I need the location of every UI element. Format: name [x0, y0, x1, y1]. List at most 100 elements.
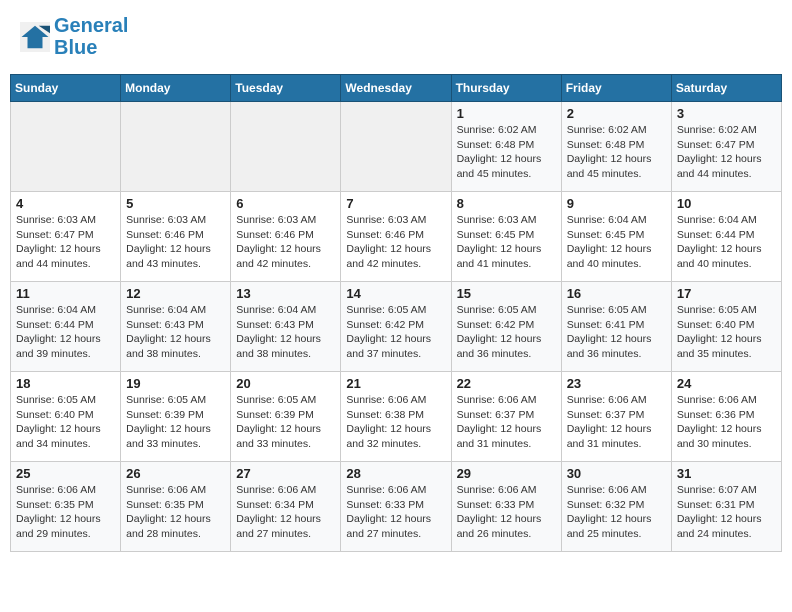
day-number: 6 — [236, 196, 335, 211]
day-number: 16 — [567, 286, 666, 301]
day-number: 23 — [567, 376, 666, 391]
header-thursday: Thursday — [451, 75, 561, 102]
week-row-1: 1 Sunrise: 6:02 AMSunset: 6:48 PMDaylight… — [11, 102, 782, 192]
day-number: 18 — [16, 376, 115, 391]
day-info: Sunrise: 6:06 AMSunset: 6:35 PMDaylight:… — [126, 483, 225, 542]
page-header: GeneralBlue — [10, 10, 782, 64]
day-number: 28 — [346, 466, 445, 481]
day-info: Sunrise: 6:05 AMSunset: 6:39 PMDaylight:… — [236, 393, 335, 452]
day-cell: 5 Sunrise: 6:03 AMSunset: 6:46 PMDaylight… — [121, 192, 231, 282]
day-cell: 30 Sunrise: 6:06 AMSunset: 6:32 PMDayligh… — [561, 462, 671, 552]
header-wednesday: Wednesday — [341, 75, 451, 102]
day-info: Sunrise: 6:05 AMSunset: 6:41 PMDaylight:… — [567, 303, 666, 362]
week-row-2: 4 Sunrise: 6:03 AMSunset: 6:47 PMDaylight… — [11, 192, 782, 282]
calendar-body: 1 Sunrise: 6:02 AMSunset: 6:48 PMDaylight… — [11, 102, 782, 552]
day-number: 1 — [457, 106, 556, 121]
day-number: 21 — [346, 376, 445, 391]
day-info: Sunrise: 6:06 AMSunset: 6:38 PMDaylight:… — [346, 393, 445, 452]
day-cell: 17 Sunrise: 6:05 AMSunset: 6:40 PMDayligh… — [671, 282, 781, 372]
day-number: 9 — [567, 196, 666, 211]
day-number: 24 — [677, 376, 776, 391]
day-number: 27 — [236, 466, 335, 481]
day-number: 12 — [126, 286, 225, 301]
day-number: 25 — [16, 466, 115, 481]
day-cell: 21 Sunrise: 6:06 AMSunset: 6:38 PMDayligh… — [341, 372, 451, 462]
day-number: 5 — [126, 196, 225, 211]
day-number: 4 — [16, 196, 115, 211]
day-number: 19 — [126, 376, 225, 391]
week-row-5: 25 Sunrise: 6:06 AMSunset: 6:35 PMDayligh… — [11, 462, 782, 552]
day-number: 26 — [126, 466, 225, 481]
day-info: Sunrise: 6:04 AMSunset: 6:44 PMDaylight:… — [677, 213, 776, 272]
day-number: 30 — [567, 466, 666, 481]
logo: GeneralBlue — [20, 15, 128, 59]
header-sunday: Sunday — [11, 75, 121, 102]
day-cell — [121, 102, 231, 192]
day-info: Sunrise: 6:04 AMSunset: 6:43 PMDaylight:… — [126, 303, 225, 362]
day-cell: 1 Sunrise: 6:02 AMSunset: 6:48 PMDaylight… — [451, 102, 561, 192]
day-info: Sunrise: 6:04 AMSunset: 6:45 PMDaylight:… — [567, 213, 666, 272]
day-cell: 20 Sunrise: 6:05 AMSunset: 6:39 PMDayligh… — [231, 372, 341, 462]
day-cell: 11 Sunrise: 6:04 AMSunset: 6:44 PMDayligh… — [11, 282, 121, 372]
day-info: Sunrise: 6:03 AMSunset: 6:47 PMDaylight:… — [16, 213, 115, 272]
day-info: Sunrise: 6:05 AMSunset: 6:42 PMDaylight:… — [346, 303, 445, 362]
day-number: 22 — [457, 376, 556, 391]
header-friday: Friday — [561, 75, 671, 102]
day-info: Sunrise: 6:03 AMSunset: 6:46 PMDaylight:… — [126, 213, 225, 272]
day-cell: 22Sunrise: 6:06 AMSunset: 6:37 PMDayligh… — [451, 372, 561, 462]
day-info: Sunrise: 6:06 AMSunset: 6:37 PMDaylight:… — [567, 393, 666, 452]
day-cell: 18 Sunrise: 6:05 AMSunset: 6:40 PMDayligh… — [11, 372, 121, 462]
header-tuesday: Tuesday — [231, 75, 341, 102]
day-cell: 28Sunrise: 6:06 AMSunset: 6:33 PMDayligh… — [341, 462, 451, 552]
day-info: Sunrise: 6:05 AMSunset: 6:42 PMDaylight:… — [457, 303, 556, 362]
day-cell: 13Sunrise: 6:04 AMSunset: 6:43 PMDayligh… — [231, 282, 341, 372]
logo-icon — [20, 22, 50, 52]
day-info: Sunrise: 6:05 AMSunset: 6:40 PMDaylight:… — [677, 303, 776, 362]
day-number: 13 — [236, 286, 335, 301]
logo-text: GeneralBlue — [54, 15, 128, 59]
day-cell: 3 Sunrise: 6:02 AMSunset: 6:47 PMDaylight… — [671, 102, 781, 192]
day-number: 2 — [567, 106, 666, 121]
day-cell: 29 Sunrise: 6:06 AMSunset: 6:33 PMDayligh… — [451, 462, 561, 552]
day-cell — [231, 102, 341, 192]
day-number: 10 — [677, 196, 776, 211]
day-number: 17 — [677, 286, 776, 301]
day-number: 8 — [457, 196, 556, 211]
header-row: SundayMondayTuesdayWednesdayThursdayFrid… — [11, 75, 782, 102]
day-number: 29 — [457, 466, 556, 481]
day-info: Sunrise: 6:06 AMSunset: 6:34 PMDaylight:… — [236, 483, 335, 542]
day-cell: 9 Sunrise: 6:04 AMSunset: 6:45 PMDaylight… — [561, 192, 671, 282]
day-info: Sunrise: 6:02 AMSunset: 6:47 PMDaylight:… — [677, 123, 776, 182]
day-info: Sunrise: 6:03 AMSunset: 6:46 PMDaylight:… — [346, 213, 445, 272]
day-info: Sunrise: 6:06 AMSunset: 6:36 PMDaylight:… — [677, 393, 776, 452]
day-info: Sunrise: 6:02 AMSunset: 6:48 PMDaylight:… — [457, 123, 556, 182]
header-monday: Monday — [121, 75, 231, 102]
day-cell — [11, 102, 121, 192]
day-info: Sunrise: 6:04 AMSunset: 6:44 PMDaylight:… — [16, 303, 115, 362]
day-cell: 10 Sunrise: 6:04 AMSunset: 6:44 PMDayligh… — [671, 192, 781, 282]
header-saturday: Saturday — [671, 75, 781, 102]
day-number: 31 — [677, 466, 776, 481]
day-info: Sunrise: 6:05 AMSunset: 6:39 PMDaylight:… — [126, 393, 225, 452]
day-number: 15 — [457, 286, 556, 301]
day-cell: 6Sunrise: 6:03 AMSunset: 6:46 PMDaylight… — [231, 192, 341, 282]
week-row-3: 11 Sunrise: 6:04 AMSunset: 6:44 PMDayligh… — [11, 282, 782, 372]
day-cell: 19 Sunrise: 6:05 AMSunset: 6:39 PMDayligh… — [121, 372, 231, 462]
day-info: Sunrise: 6:06 AMSunset: 6:32 PMDaylight:… — [567, 483, 666, 542]
day-number: 20 — [236, 376, 335, 391]
day-info: Sunrise: 6:05 AMSunset: 6:40 PMDaylight:… — [16, 393, 115, 452]
day-cell: 24 Sunrise: 6:06 AMSunset: 6:36 PMDayligh… — [671, 372, 781, 462]
day-number: 7 — [346, 196, 445, 211]
day-number: 3 — [677, 106, 776, 121]
calendar-table: SundayMondayTuesdayWednesdayThursdayFrid… — [10, 74, 782, 552]
day-info: Sunrise: 6:06 AMSunset: 6:33 PMDaylight:… — [457, 483, 556, 542]
day-number: 11 — [16, 286, 115, 301]
day-cell — [341, 102, 451, 192]
day-cell: 14Sunrise: 6:05 AMSunset: 6:42 PMDayligh… — [341, 282, 451, 372]
day-cell: 25Sunrise: 6:06 AMSunset: 6:35 PMDayligh… — [11, 462, 121, 552]
day-cell: 23 Sunrise: 6:06 AMSunset: 6:37 PMDayligh… — [561, 372, 671, 462]
day-cell: 26 Sunrise: 6:06 AMSunset: 6:35 PMDayligh… — [121, 462, 231, 552]
day-info: Sunrise: 6:03 AMSunset: 6:45 PMDaylight:… — [457, 213, 556, 272]
day-cell: 4 Sunrise: 6:03 AMSunset: 6:47 PMDaylight… — [11, 192, 121, 282]
day-info: Sunrise: 6:07 AMSunset: 6:31 PMDaylight:… — [677, 483, 776, 542]
